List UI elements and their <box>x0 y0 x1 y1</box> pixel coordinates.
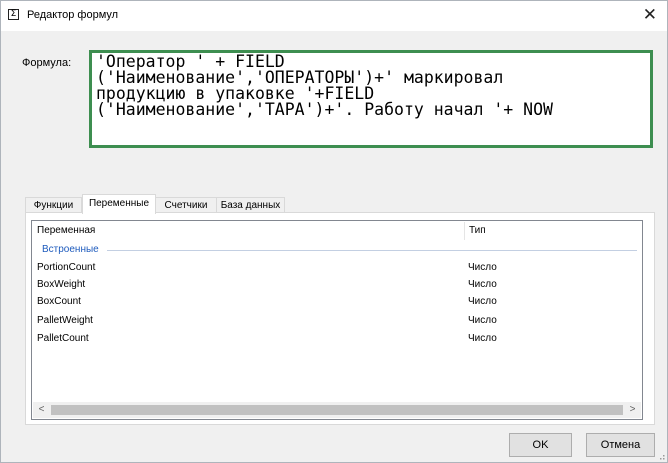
scroll-right-button[interactable]: > <box>624 402 641 418</box>
column-header-type[interactable]: Тип <box>469 221 486 241</box>
list-item[interactable]: PalletCount Число <box>32 330 640 347</box>
horizontal-scrollbar[interactable]: < > <box>33 402 641 418</box>
list-item[interactable]: PortionCount Число <box>32 259 640 276</box>
variable-type: Число <box>468 279 497 290</box>
variable-name: BoxWeight <box>37 279 86 290</box>
variable-type: Число <box>468 333 497 344</box>
variable-name: PalletWeight <box>37 315 93 326</box>
variable-type: Число <box>468 262 497 273</box>
list-item[interactable]: PalletWeight Число <box>32 312 640 329</box>
group-header[interactable]: Встроенные <box>32 243 640 257</box>
title-bar: Σ Редактор формул ✕ <box>1 1 667 31</box>
group-divider <box>107 250 637 251</box>
tab-variables[interactable]: Переменные <box>82 194 156 214</box>
resize-grip-icon[interactable] <box>657 452 665 460</box>
group-label: Встроенные <box>42 244 99 255</box>
window-title: Редактор формул <box>27 9 119 21</box>
variables-list[interactable]: Переменная Тип Встроенные PortionCount Ч… <box>31 220 643 420</box>
variable-name: PalletCount <box>37 333 89 344</box>
close-button[interactable]: ✕ <box>643 5 657 25</box>
list-item[interactable]: BoxWeight Число <box>32 276 640 293</box>
variable-type: Число <box>468 296 497 307</box>
sigma-icon: Σ <box>8 9 19 20</box>
scroll-thumb[interactable] <box>51 405 623 415</box>
variable-name: PortionCount <box>37 262 96 273</box>
column-header-variable[interactable]: Переменная <box>37 221 95 241</box>
ok-button[interactable]: OK <box>509 433 572 457</box>
scroll-left-button[interactable]: < <box>33 402 50 418</box>
variable-type: Число <box>468 315 497 326</box>
variable-name: BoxCount <box>37 296 81 307</box>
tab-counters[interactable]: Счетчики <box>155 197 217 213</box>
tab-functions[interactable]: Функции <box>25 197 82 213</box>
formula-label: Формула: <box>22 57 72 69</box>
tab-database[interactable]: База данных <box>216 197 285 213</box>
formula-editor[interactable]: 'Оператор ' + FIELD ('Наименование','ОПЕ… <box>89 50 653 148</box>
list-item[interactable]: BoxCount Число <box>32 293 640 310</box>
formula-editor-window: Σ Редактор формул ✕ Формула: 'Оператор '… <box>0 0 668 463</box>
cancel-button[interactable]: Отмена <box>586 433 655 457</box>
column-separator[interactable] <box>464 222 465 240</box>
